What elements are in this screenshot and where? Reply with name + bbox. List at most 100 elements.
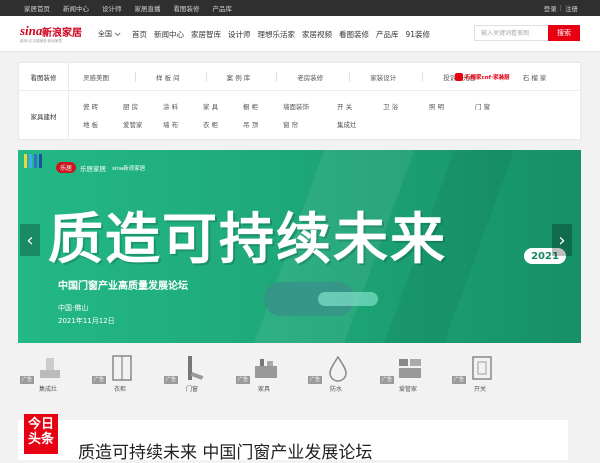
top-link-live[interactable]: 家居直播	[135, 3, 161, 13]
home-appliance-icon	[399, 359, 421, 378]
chevron-down-icon	[114, 30, 121, 37]
nav-item-news[interactable]: 新闻中心	[154, 29, 184, 40]
material-stove[interactable]: 集成灶	[337, 119, 377, 129]
top-bar: 家居首页 新闻中心 设计师 家居直播 看图装修 产品库 登录 | 注册	[0, 0, 600, 16]
nav-item-91[interactable]: 91装修	[406, 29, 431, 40]
top-link-gallery[interactable]: 看图装修	[174, 3, 200, 13]
nav-item-video[interactable]: 家居视频	[302, 29, 332, 40]
range-hood-icon	[40, 358, 60, 378]
banner-logos: 乐居 乐居家居 sina新浪家居	[56, 162, 145, 173]
window-icon	[188, 356, 204, 380]
nav-item-ideal-home[interactable]: 理想乐活家	[258, 29, 296, 40]
product-item[interactable]: 广告 衣柜	[90, 352, 150, 402]
product-item[interactable]: 广告 门窗	[162, 352, 222, 402]
ad-tag: 广告	[20, 376, 35, 384]
divider	[135, 72, 136, 82]
material-paint[interactable]: 涂 料	[163, 101, 203, 111]
materials-line-2: 地 板 爱管家 墙 布 衣 柜 吊 顶 窗 帘 集成灶	[83, 115, 583, 133]
water-drop-icon	[329, 355, 347, 382]
material-butler[interactable]: 爱管家	[123, 119, 163, 129]
nav-item-products[interactable]: 产品库	[376, 29, 399, 40]
hero-banner[interactable]: 乐居 乐居家居 sina新浪家居 质造可持续未来 2021 中国门窗产业高质量发…	[18, 150, 581, 343]
decor-item-cases[interactable]: 案 例 库	[227, 72, 251, 82]
switch-icon	[472, 356, 492, 380]
login-link[interactable]: 登录	[544, 3, 557, 13]
decor-item-design[interactable]: 家装设计	[370, 72, 396, 82]
register-link[interactable]: 注册	[565, 3, 578, 13]
banner-partner: sina新浪家居	[112, 165, 146, 172]
decor-heading: 看图装修	[19, 63, 69, 90]
product-label: 爱管家	[398, 386, 417, 393]
nav-item-gallery[interactable]: 看图装修	[339, 29, 369, 40]
material-lighting[interactable]: 照 明	[429, 101, 475, 111]
product-label: 衣柜	[113, 386, 126, 393]
product-label: 家具	[257, 386, 270, 393]
carousel-prev-button[interactable]: ‹	[20, 224, 40, 256]
material-wallcloth[interactable]: 墙 布	[163, 119, 203, 129]
material-tile[interactable]: 瓷 砖	[83, 101, 123, 111]
search-input[interactable]	[475, 26, 547, 40]
site-logo[interactable]: sina 新浪家居 影响1亿中国家庭·新浪家居	[20, 23, 90, 47]
product-label: 门窗	[185, 386, 198, 393]
material-wall[interactable]: 墙面装饰	[283, 101, 337, 111]
wardrobe-icon	[112, 355, 132, 381]
material-doors[interactable]: 门 窗	[475, 101, 515, 111]
banner-headline: 质造可持续未来	[48, 207, 448, 271]
materials-grid: 瓷 砖 厨 房 涂 料 家 具 橱 柜 墙面装饰 开 关 卫 浴 照 明 门 窗…	[83, 97, 583, 133]
product-item[interactable]: 广告 集成灶	[18, 352, 78, 402]
cabinet-icon	[255, 359, 277, 378]
today-headline-badge: 今日 头条	[24, 414, 58, 454]
decor-item-old-house[interactable]: 老房装修	[297, 72, 323, 82]
banner-date: 2021年11月12日	[58, 317, 115, 325]
headline-title[interactable]: 质造可持续未来 中国门窗产业发展论坛	[78, 438, 372, 463]
decor-item-showroom[interactable]: 样 板 间	[156, 72, 180, 82]
carousel-next-button[interactable]: ›	[552, 224, 572, 256]
product-item[interactable]: 广告 开关	[450, 352, 510, 402]
logo-brand: sina	[20, 23, 43, 38]
banner-color-bars	[24, 154, 42, 168]
ad-tag: 广告	[452, 376, 467, 384]
top-link-designer[interactable]: 设计师	[102, 3, 122, 13]
site-header: sina 新浪家居 影响1亿中国家庭·新浪家居 全国 首页 新闻中心 家居智库 …	[0, 16, 600, 52]
product-item[interactable]: 广告 爱管家	[378, 352, 438, 402]
product-label: 防水	[329, 386, 342, 393]
search-box: 搜索	[474, 25, 580, 41]
nav-item-think-tank[interactable]: 家居智库	[191, 29, 221, 40]
top-link-products[interactable]: 产品库	[213, 3, 233, 13]
city-selector[interactable]: 全国	[98, 29, 121, 39]
divider	[205, 72, 207, 82]
top-link-news[interactable]: 新闻中心	[63, 3, 89, 13]
product-label: 开关	[473, 386, 486, 393]
materials-line-1: 瓷 砖 厨 房 涂 料 家 具 橱 柜 墙面装饰 开 关 卫 浴 照 明 门 窗	[83, 97, 583, 115]
promo-link[interactable]: 石榴家cnf·家装厨	[455, 72, 515, 82]
city-label: 全国	[98, 30, 112, 38]
divider	[349, 72, 351, 82]
banner-pipe-graphic	[318, 292, 378, 306]
search-button[interactable]: 搜索	[548, 25, 580, 41]
product-item[interactable]: 广告 家具	[234, 352, 294, 402]
material-cabinet[interactable]: 橱 柜	[243, 101, 283, 111]
ad-tag: 广告	[380, 376, 395, 384]
material-switch[interactable]: 开 关	[337, 101, 383, 111]
material-furniture[interactable]: 家 具	[203, 101, 243, 111]
product-item[interactable]: 广告 防水	[306, 352, 366, 402]
material-bath[interactable]: 卫 浴	[383, 101, 429, 111]
material-curtain[interactable]: 窗 帘	[283, 119, 337, 129]
chevron-left-icon: ‹	[26, 229, 34, 251]
material-wardrobe[interactable]: 衣 柜	[203, 119, 243, 129]
decor-item-shiliu[interactable]: 石 榴 家	[523, 72, 547, 82]
ad-tag: 广告	[236, 376, 251, 384]
nav-item-home[interactable]: 首页	[132, 29, 147, 40]
material-kitchen[interactable]: 厨 房	[123, 101, 163, 111]
top-links: 家居首页 新闻中心 设计师 家居直播 看图装修 产品库	[24, 0, 245, 16]
decor-item-inspiration[interactable]: 灵感美图	[83, 72, 109, 82]
material-floor[interactable]: 地 板	[83, 119, 123, 129]
top-link-home[interactable]: 家居首页	[24, 3, 50, 13]
banner-subtitle: 中国门窗产业高质量发展论坛	[58, 281, 188, 292]
material-ceiling[interactable]: 吊 顶	[243, 119, 283, 129]
nav-item-designer[interactable]: 设计师	[228, 29, 251, 40]
divider	[276, 72, 278, 82]
decor-row: 看图装修 灵感美图 样 板 间 案 例 库 老房装修 家装设计 投诉曝光台 石 …	[19, 63, 582, 91]
product-label: 集成灶	[38, 386, 57, 393]
ad-tag: 广告	[164, 376, 179, 384]
